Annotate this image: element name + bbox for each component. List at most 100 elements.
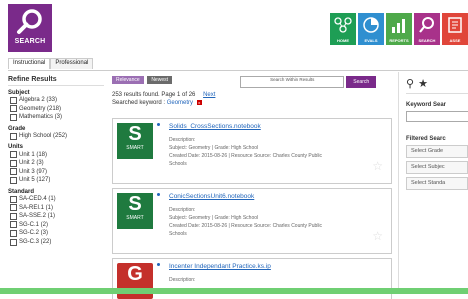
keyword-value: Geometry <box>166 100 194 106</box>
search-within-button[interactable]: Search <box>346 76 376 88</box>
panel-divider <box>398 72 399 288</box>
checkbox[interactable] <box>10 195 17 203</box>
filter-option[interactable]: Unit 3 (97) <box>8 168 104 177</box>
bullet-dot <box>157 123 160 126</box>
filter-option[interactable]: High School (252) <box>8 132 104 141</box>
nav-assess-label: ASSE <box>449 38 461 43</box>
checkbox[interactable] <box>10 105 17 113</box>
filter-option[interactable]: SA-CED.4 (1) <box>8 195 104 204</box>
filter-option[interactable]: SA-SSE.2 (1) <box>8 212 104 221</box>
result-description: Description: <box>169 137 196 143</box>
thumb-letter: S <box>128 193 142 215</box>
filter-option-label: Unit 1 (18) <box>19 151 48 158</box>
magnifier-icon <box>17 9 42 34</box>
checkbox[interactable] <box>10 229 17 237</box>
checkbox[interactable] <box>10 204 17 212</box>
checkbox[interactable] <box>10 132 17 140</box>
result-meta: Created Date: 2015-08-26 | Resource Sour… <box>169 223 323 229</box>
result-title-link[interactable]: Incenter Independant Practice.ks.ip <box>169 263 271 270</box>
filter-option[interactable]: Unit 1 (18) <box>8 150 104 159</box>
checkbox[interactable] <box>10 176 17 184</box>
checkbox[interactable] <box>10 159 17 167</box>
checkbox[interactable] <box>10 221 17 229</box>
thumb-letter: S <box>128 123 142 145</box>
right-sidebar: ⚲ ★ Keyword Sear Filtered Searc Select G… <box>406 76 468 190</box>
filter-option-label: SG-C.2 (3) <box>19 230 49 237</box>
checkbox[interactable] <box>10 238 17 246</box>
right-sidebar-icons: ⚲ ★ <box>406 76 468 94</box>
filter-option[interactable]: SG-C.2 (3) <box>8 229 104 238</box>
checkbox[interactable] <box>10 113 17 121</box>
remove-keyword-icon[interactable]: x <box>196 100 202 105</box>
checkbox[interactable] <box>10 168 17 176</box>
bullet-dot <box>157 193 160 196</box>
filter-option-label: Unit 5 (127) <box>19 177 51 184</box>
filter-option[interactable]: SG-C.1 (2) <box>8 221 104 230</box>
results-count: 253 results found. Page 1 of 26 Next <box>112 92 390 98</box>
nav-search-button[interactable]: SEARCH <box>414 13 440 45</box>
filtered-search-heading: Filtered Searc <box>406 136 446 142</box>
filter-option[interactable]: Unit 2 (3) <box>8 159 104 168</box>
nav-evals-button[interactable]: EVALS <box>358 13 384 45</box>
result-card: S SMART Solids_CrossSections.notebook De… <box>112 118 392 184</box>
search-within-box: Search Within Results Search <box>240 76 376 88</box>
result-meta: Schools <box>169 231 187 237</box>
filter-option[interactable]: Unit 5 (127) <box>8 176 104 185</box>
results-panel: Relevance Newest Search Within Results S… <box>112 76 392 299</box>
filter-option-label: SA-REI.1 (1) <box>19 204 54 211</box>
select-subject[interactable]: Select Subjec <box>406 161 468 174</box>
select-grade[interactable]: Select Grade <box>406 145 468 158</box>
nav-home-button[interactable]: HOME <box>330 13 356 45</box>
tab-instructional[interactable]: Instructional <box>8 58 51 69</box>
filter-option-label: Mathematics (3) <box>19 114 63 121</box>
nav-home-label: HOME <box>337 38 349 43</box>
nav-reports-button[interactable]: REPORTS <box>386 13 412 45</box>
result-description: Description: <box>169 277 196 283</box>
checkbox[interactable] <box>10 96 17 104</box>
nav-assess-button[interactable]: ASSE <box>442 13 468 45</box>
keyword-label: Searched keyword : <box>112 100 166 106</box>
result-meta: Created Date: 2015-08-26 | Resource Sour… <box>169 153 323 159</box>
filter-option[interactable]: SA-REI.1 (1) <box>8 203 104 212</box>
tab-professional[interactable]: Professional <box>50 58 94 69</box>
pie-chart-icon <box>363 17 379 33</box>
header: SEARCH HOME EVALS REPORTS SEARCH ASSE <box>0 0 468 55</box>
search-icon <box>419 17 434 33</box>
result-title-link[interactable]: Solids_CrossSections.notebook <box>169 123 261 130</box>
keyword-search-input[interactable] <box>406 111 468 122</box>
filter-option-label: Geometry (218) <box>19 105 62 112</box>
tab-divider <box>8 70 468 71</box>
nav-evals-label: EVALS <box>364 38 378 43</box>
result-meta: Subject: Geometry | Grade: High School <box>169 145 259 151</box>
filter-option[interactable]: SG-C.3 (22) <box>8 238 104 247</box>
smart-notebook-icon: S SMART <box>117 193 153 229</box>
sort-newest-button[interactable]: Newest <box>147 76 172 84</box>
next-page-link[interactable]: Next <box>203 92 215 98</box>
result-title-link[interactable]: ConicSectionsUnit6.notebook <box>169 193 254 200</box>
favorite-star-icon[interactable]: ☆ <box>372 159 383 173</box>
result-meta: Schools <box>169 161 187 167</box>
results-count-text: 253 results found. Page 1 of 26 <box>112 92 196 98</box>
filter-option[interactable]: Mathematics (3) <box>8 113 104 122</box>
checkbox[interactable] <box>10 151 17 159</box>
bullet-dot <box>157 263 160 266</box>
search-logo[interactable]: SEARCH <box>8 4 52 52</box>
filter-option-label: SG-C.1 (2) <box>19 221 49 228</box>
search-icon[interactable]: ⚲ <box>406 77 414 90</box>
filter-option-label: Unit 3 (97) <box>19 168 48 175</box>
select-standard[interactable]: Select Standa <box>406 177 468 190</box>
filter-option[interactable]: Algebra 2 (33) <box>8 96 104 105</box>
filter-option-label: SA-CED.4 (1) <box>19 196 56 203</box>
filter-option[interactable]: Geometry (218) <box>8 105 104 114</box>
star-icon[interactable]: ★ <box>418 77 428 90</box>
bar-chart-icon <box>392 19 405 33</box>
result-meta: Subject: Geometry | Grade: High School <box>169 215 259 221</box>
search-within-input[interactable]: Search Within Results <box>240 76 345 88</box>
keyword-search-heading: Keyword Sear <box>406 102 447 108</box>
sort-relevance-button[interactable]: Relevance <box>112 76 144 84</box>
thumb-sub: SMART <box>126 215 144 221</box>
checkbox[interactable] <box>10 212 17 220</box>
favorite-star-icon[interactable]: ☆ <box>372 229 383 243</box>
result-description: Description: <box>169 207 196 213</box>
network-icon <box>334 17 352 33</box>
